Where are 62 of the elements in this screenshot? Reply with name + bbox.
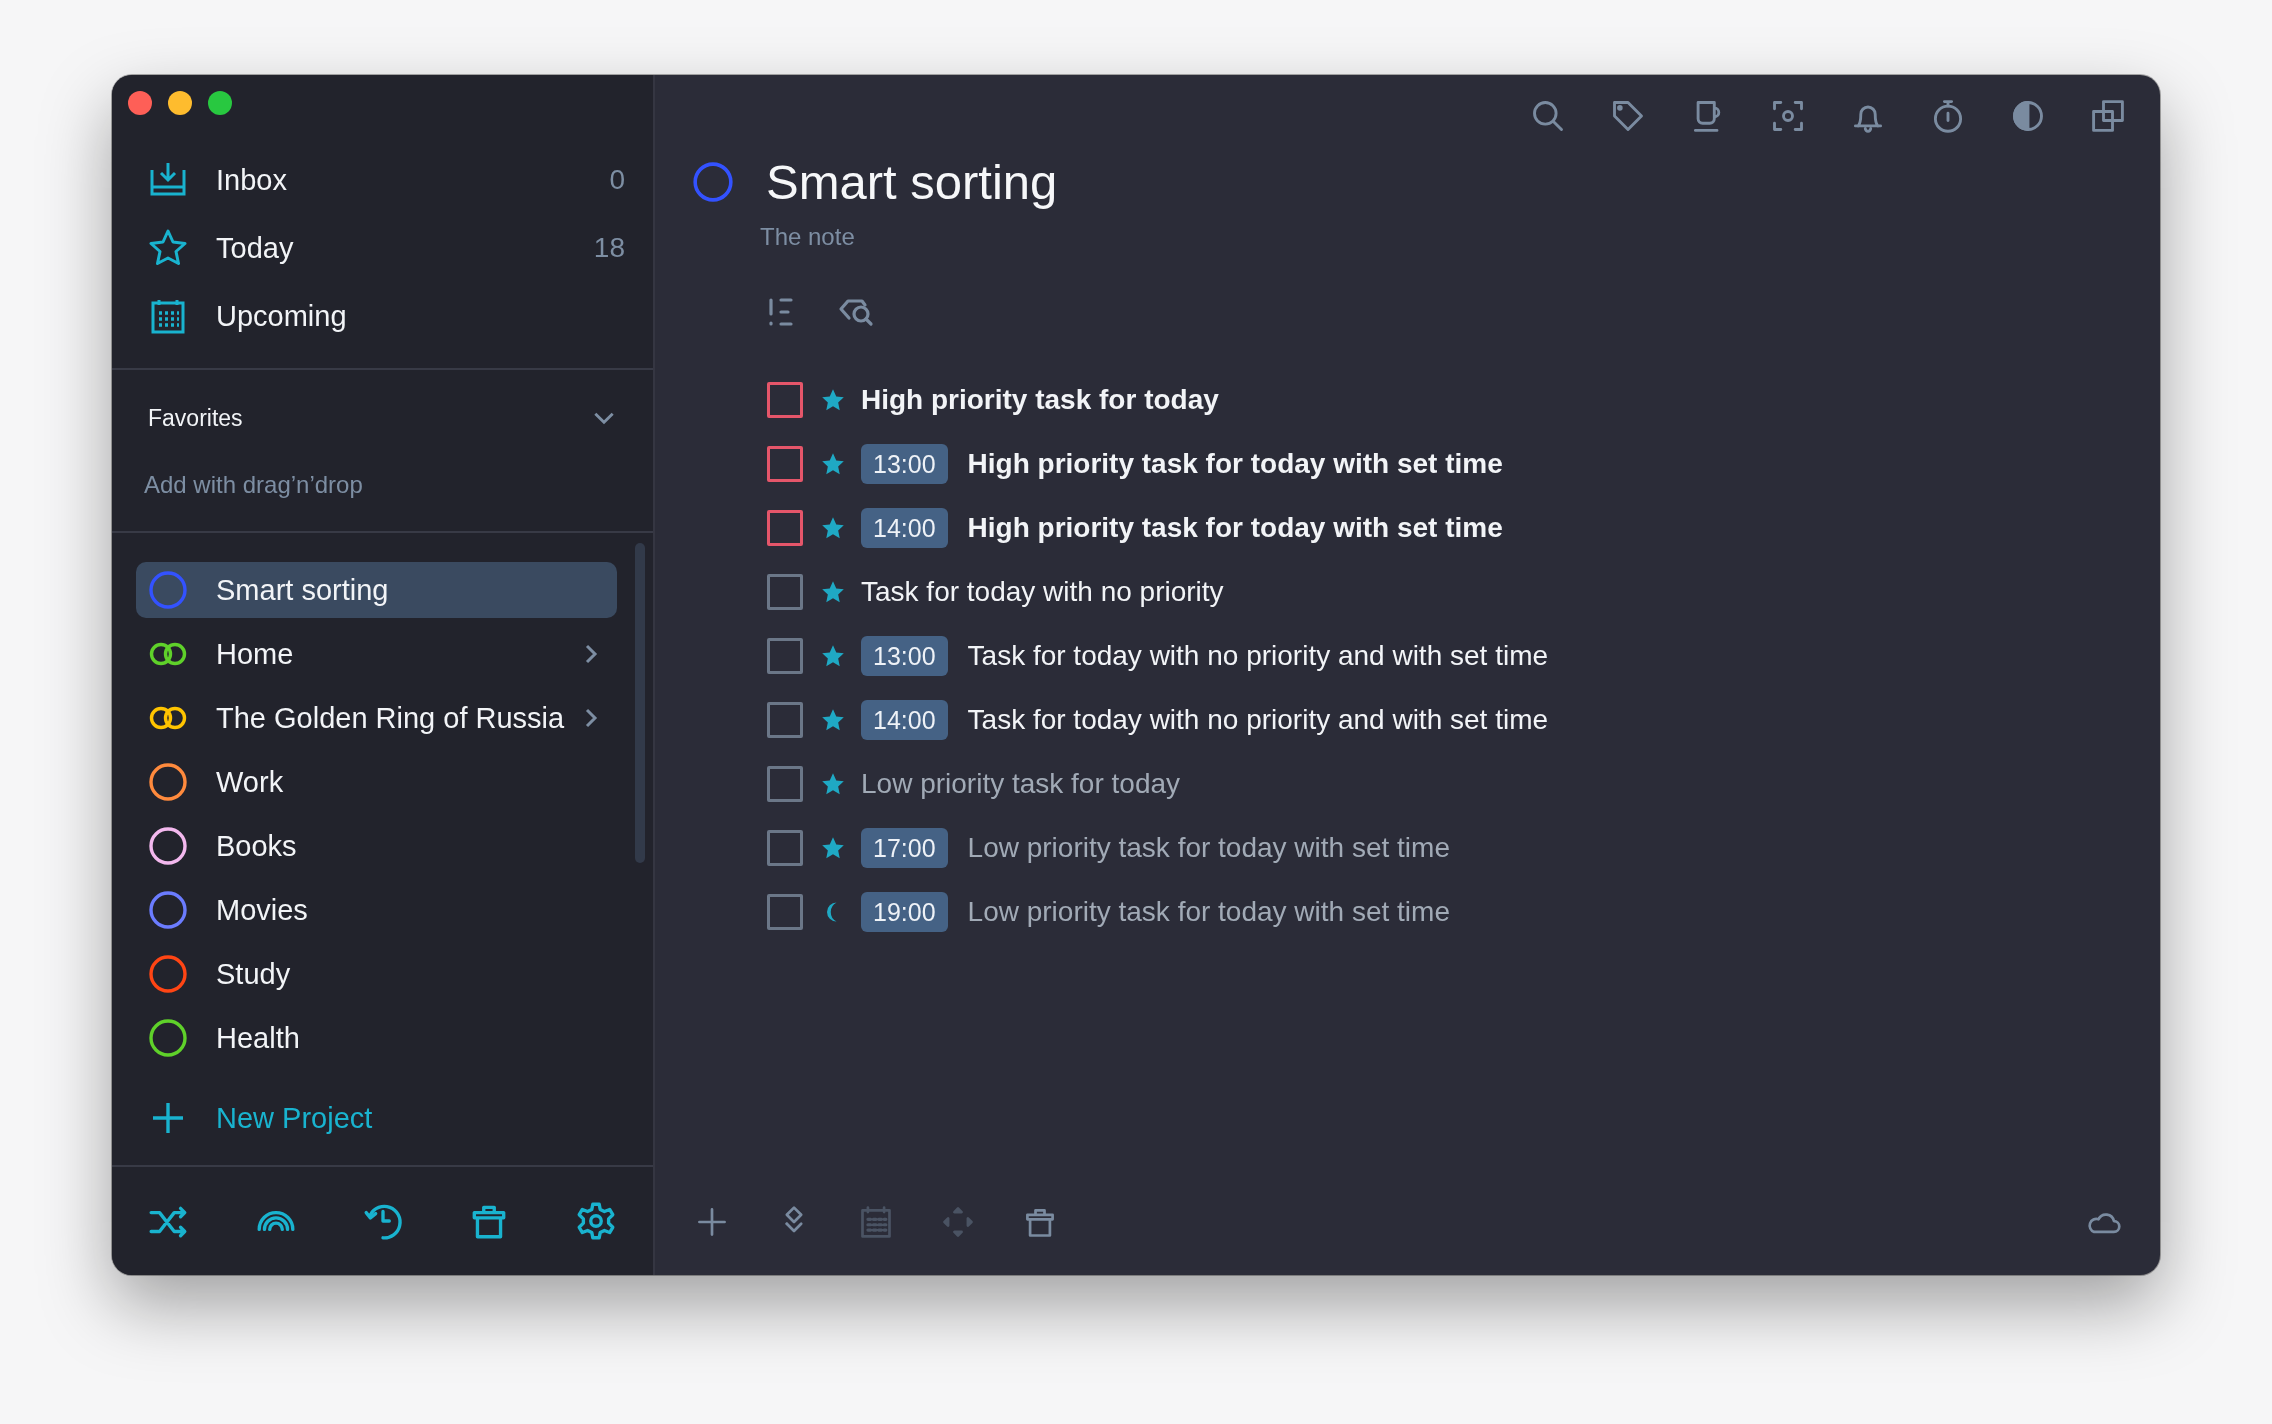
sidebar-item[interactable]: Upcoming	[112, 282, 653, 350]
tag-icon[interactable]	[1610, 98, 1646, 134]
task-checkbox[interactable]	[767, 446, 803, 482]
copy-icon[interactable]	[2090, 98, 2126, 134]
task-checkbox[interactable]	[767, 830, 803, 866]
hint-text: Add with drag’n’drop	[143, 470, 364, 500]
star-icon	[148, 228, 188, 268]
task-row[interactable]: 14:00 High priority task for today with set time	[767, 496, 2160, 560]
task-title: High priority task for today with set time	[967, 448, 1503, 480]
time-badge: 13:00	[861, 444, 948, 484]
section-title: Favorites	[148, 404, 243, 432]
contrast-icon[interactable]	[2010, 98, 2046, 134]
time-badge: 14:00	[861, 508, 948, 548]
task-title: High priority task for today with set time	[967, 512, 1503, 544]
task-checkbox[interactable]	[767, 766, 803, 802]
item-count: 0	[609, 164, 625, 196]
zoom-button[interactable]	[208, 91, 232, 115]
project-item[interactable]: Study	[136, 946, 617, 1002]
task-row[interactable]: 19:00 Low priority task for today with set time	[767, 880, 2160, 944]
item-count: 18	[593, 232, 625, 264]
task-checkbox[interactable]	[767, 382, 803, 418]
task-row[interactable]: 17:00 Low priority task for today with set time	[767, 816, 2160, 880]
task-title: Low priority task for today	[861, 768, 1181, 800]
project-item[interactable]: Home	[136, 626, 617, 682]
task-checkbox[interactable]	[767, 574, 803, 610]
sidebar-item[interactable]: Inbox 0	[112, 146, 653, 214]
time-badge: 14:00	[861, 700, 948, 740]
task-row[interactable]: 13:00 Task for today with no priority and with set time	[767, 624, 2160, 688]
project-note: The note	[759, 222, 856, 252]
scrollbar[interactable]	[635, 543, 645, 863]
task-checkbox[interactable]	[767, 702, 803, 738]
close-button[interactable]	[128, 91, 152, 115]
task-title: Task for today with no priority and with set time	[967, 640, 1549, 672]
project-item[interactable]: The Golden Ring of Russia	[136, 690, 617, 746]
time-badge: 19:00	[861, 892, 948, 932]
project-item[interactable]: Work	[136, 754, 617, 810]
task-row[interactable]: 13:00 High priority task for today with set time	[767, 432, 2160, 496]
project-item[interactable]: Books	[136, 818, 617, 874]
project-title: Smart sorting	[766, 154, 1058, 210]
project-item[interactable]: Smart sorting	[136, 562, 617, 618]
task-row[interactable]: High priority task for today	[767, 368, 2160, 432]
project-item[interactable]: Health	[136, 1010, 617, 1066]
task-title: Low priority task for today with set time	[967, 896, 1450, 928]
task-row[interactable]: Task for today with no priority	[767, 560, 2160, 624]
sidebar-item[interactable]: Today 18	[112, 214, 653, 282]
task-checkbox[interactable]	[767, 894, 803, 930]
task-checkbox[interactable]	[767, 510, 803, 546]
task-title: Task for today with no priority	[861, 576, 1224, 608]
task-title: Low priority task for today with set time	[967, 832, 1450, 864]
search-icon[interactable]	[1530, 98, 1566, 134]
settings-icon[interactable]	[575, 1200, 617, 1242]
time-badge: 17:00	[861, 828, 948, 868]
task-checkbox[interactable]	[767, 638, 803, 674]
task-row[interactable]: Low priority task for today	[767, 752, 2160, 816]
project-item[interactable]: Movies	[136, 882, 617, 938]
task-title: High priority task for today	[861, 384, 1219, 416]
task-row[interactable]: 14:00 Task for today with no priority and with set time	[767, 688, 2160, 752]
task-title: Task for today with no priority and with set time	[967, 704, 1549, 736]
time-badge: 13:00	[861, 636, 948, 676]
focus-icon[interactable]	[1770, 98, 1806, 134]
minimize-button[interactable]	[168, 91, 192, 115]
new-project-button[interactable]: New Project	[136, 1090, 389, 1146]
